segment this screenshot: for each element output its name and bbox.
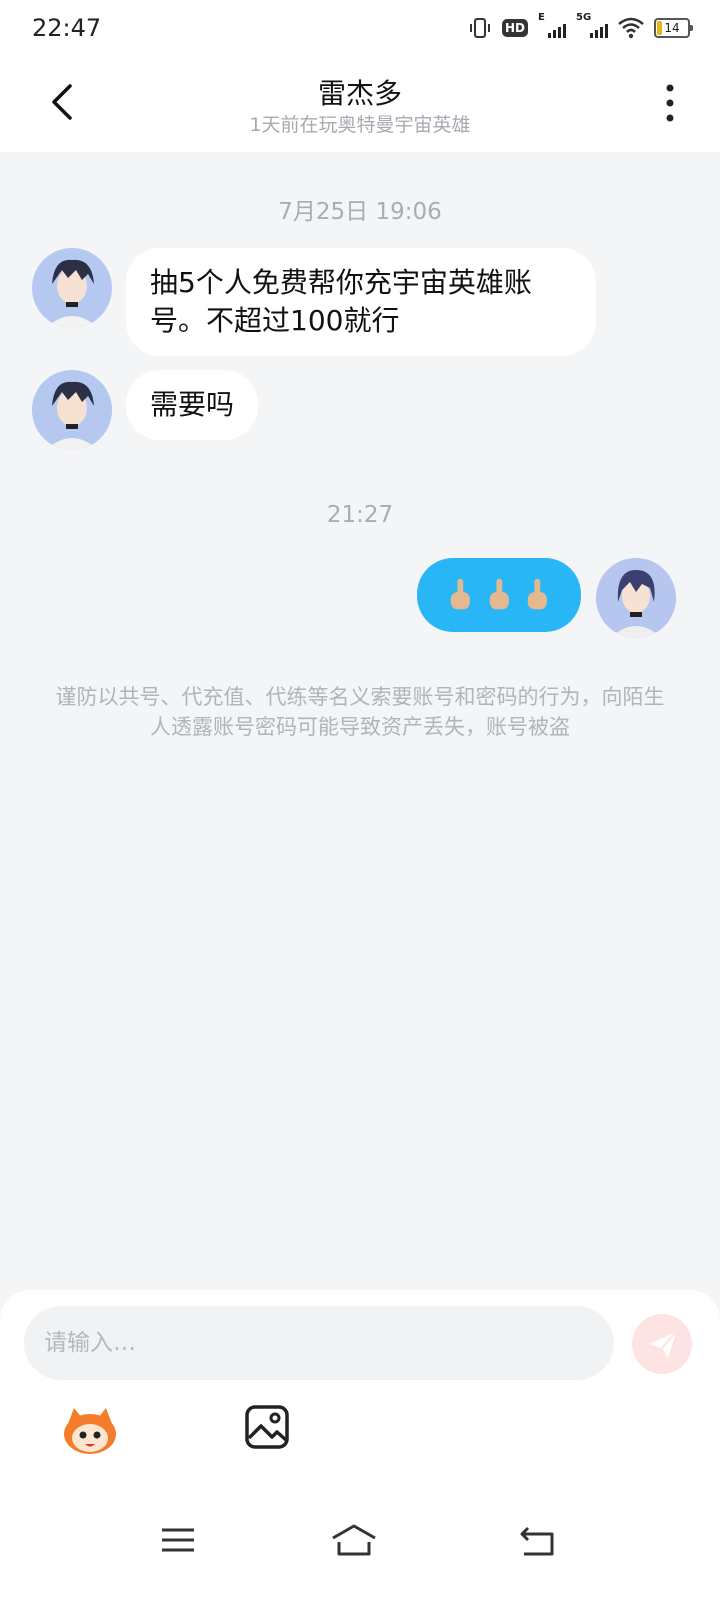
middle-finger-emoji	[489, 578, 509, 610]
system-nav-bar	[0, 1500, 720, 1600]
message-bubble[interactable]: 抽5个人免费帮你充宇宙英雄账号。不超过100就行	[126, 248, 596, 356]
image-picker-icon[interactable]	[244, 1404, 290, 1450]
contact-name: 雷杰多	[317, 77, 402, 110]
status-icons: HD E 5G 14	[468, 12, 693, 40]
chat-header: 雷杰多 1天前在玩奥特曼宇宙英雄	[0, 60, 720, 152]
hd-icon: HD	[501, 19, 528, 37]
middle-finger-emoji	[450, 578, 470, 610]
vibrate-icon	[469, 18, 490, 38]
contact-status: 1天前在玩奥特曼宇宙英雄	[249, 114, 471, 136]
home-icon[interactable]	[330, 1520, 378, 1560]
my-message-bubble[interactable]	[417, 558, 581, 632]
message-bubble[interactable]: 需要吗	[126, 370, 259, 440]
security-warning: 谨防以共号、代充值、代练等名义索要账号和密码的行为，向陌生人透露账号密码可能导致…	[55, 685, 665, 739]
more-options-icon[interactable]	[660, 82, 680, 124]
send-icon	[649, 1331, 677, 1358]
emoji-mascot-icon[interactable]	[60, 1402, 120, 1458]
send-button[interactable]	[632, 1314, 692, 1374]
contact-avatar[interactable]	[32, 248, 112, 328]
timestamp: 7月25日 19:06	[278, 199, 442, 225]
my-avatar[interactable]	[596, 558, 676, 638]
timestamp: 21:27	[326, 502, 394, 528]
message-input[interactable]	[24, 1306, 614, 1380]
status-time: 22:47	[32, 14, 102, 42]
back-nav-icon[interactable]	[518, 1520, 558, 1560]
wifi-icon	[618, 17, 644, 39]
menu-icon[interactable]	[158, 1520, 198, 1560]
status-bar: 22:47 HD E 5G 14	[0, 0, 720, 60]
signal-e-icon: E	[538, 12, 566, 38]
battery-icon: 14	[654, 18, 693, 38]
contact-avatar[interactable]	[32, 370, 112, 450]
signal-5g-icon: 5G	[576, 12, 608, 38]
middle-finger-emoji	[528, 578, 548, 610]
